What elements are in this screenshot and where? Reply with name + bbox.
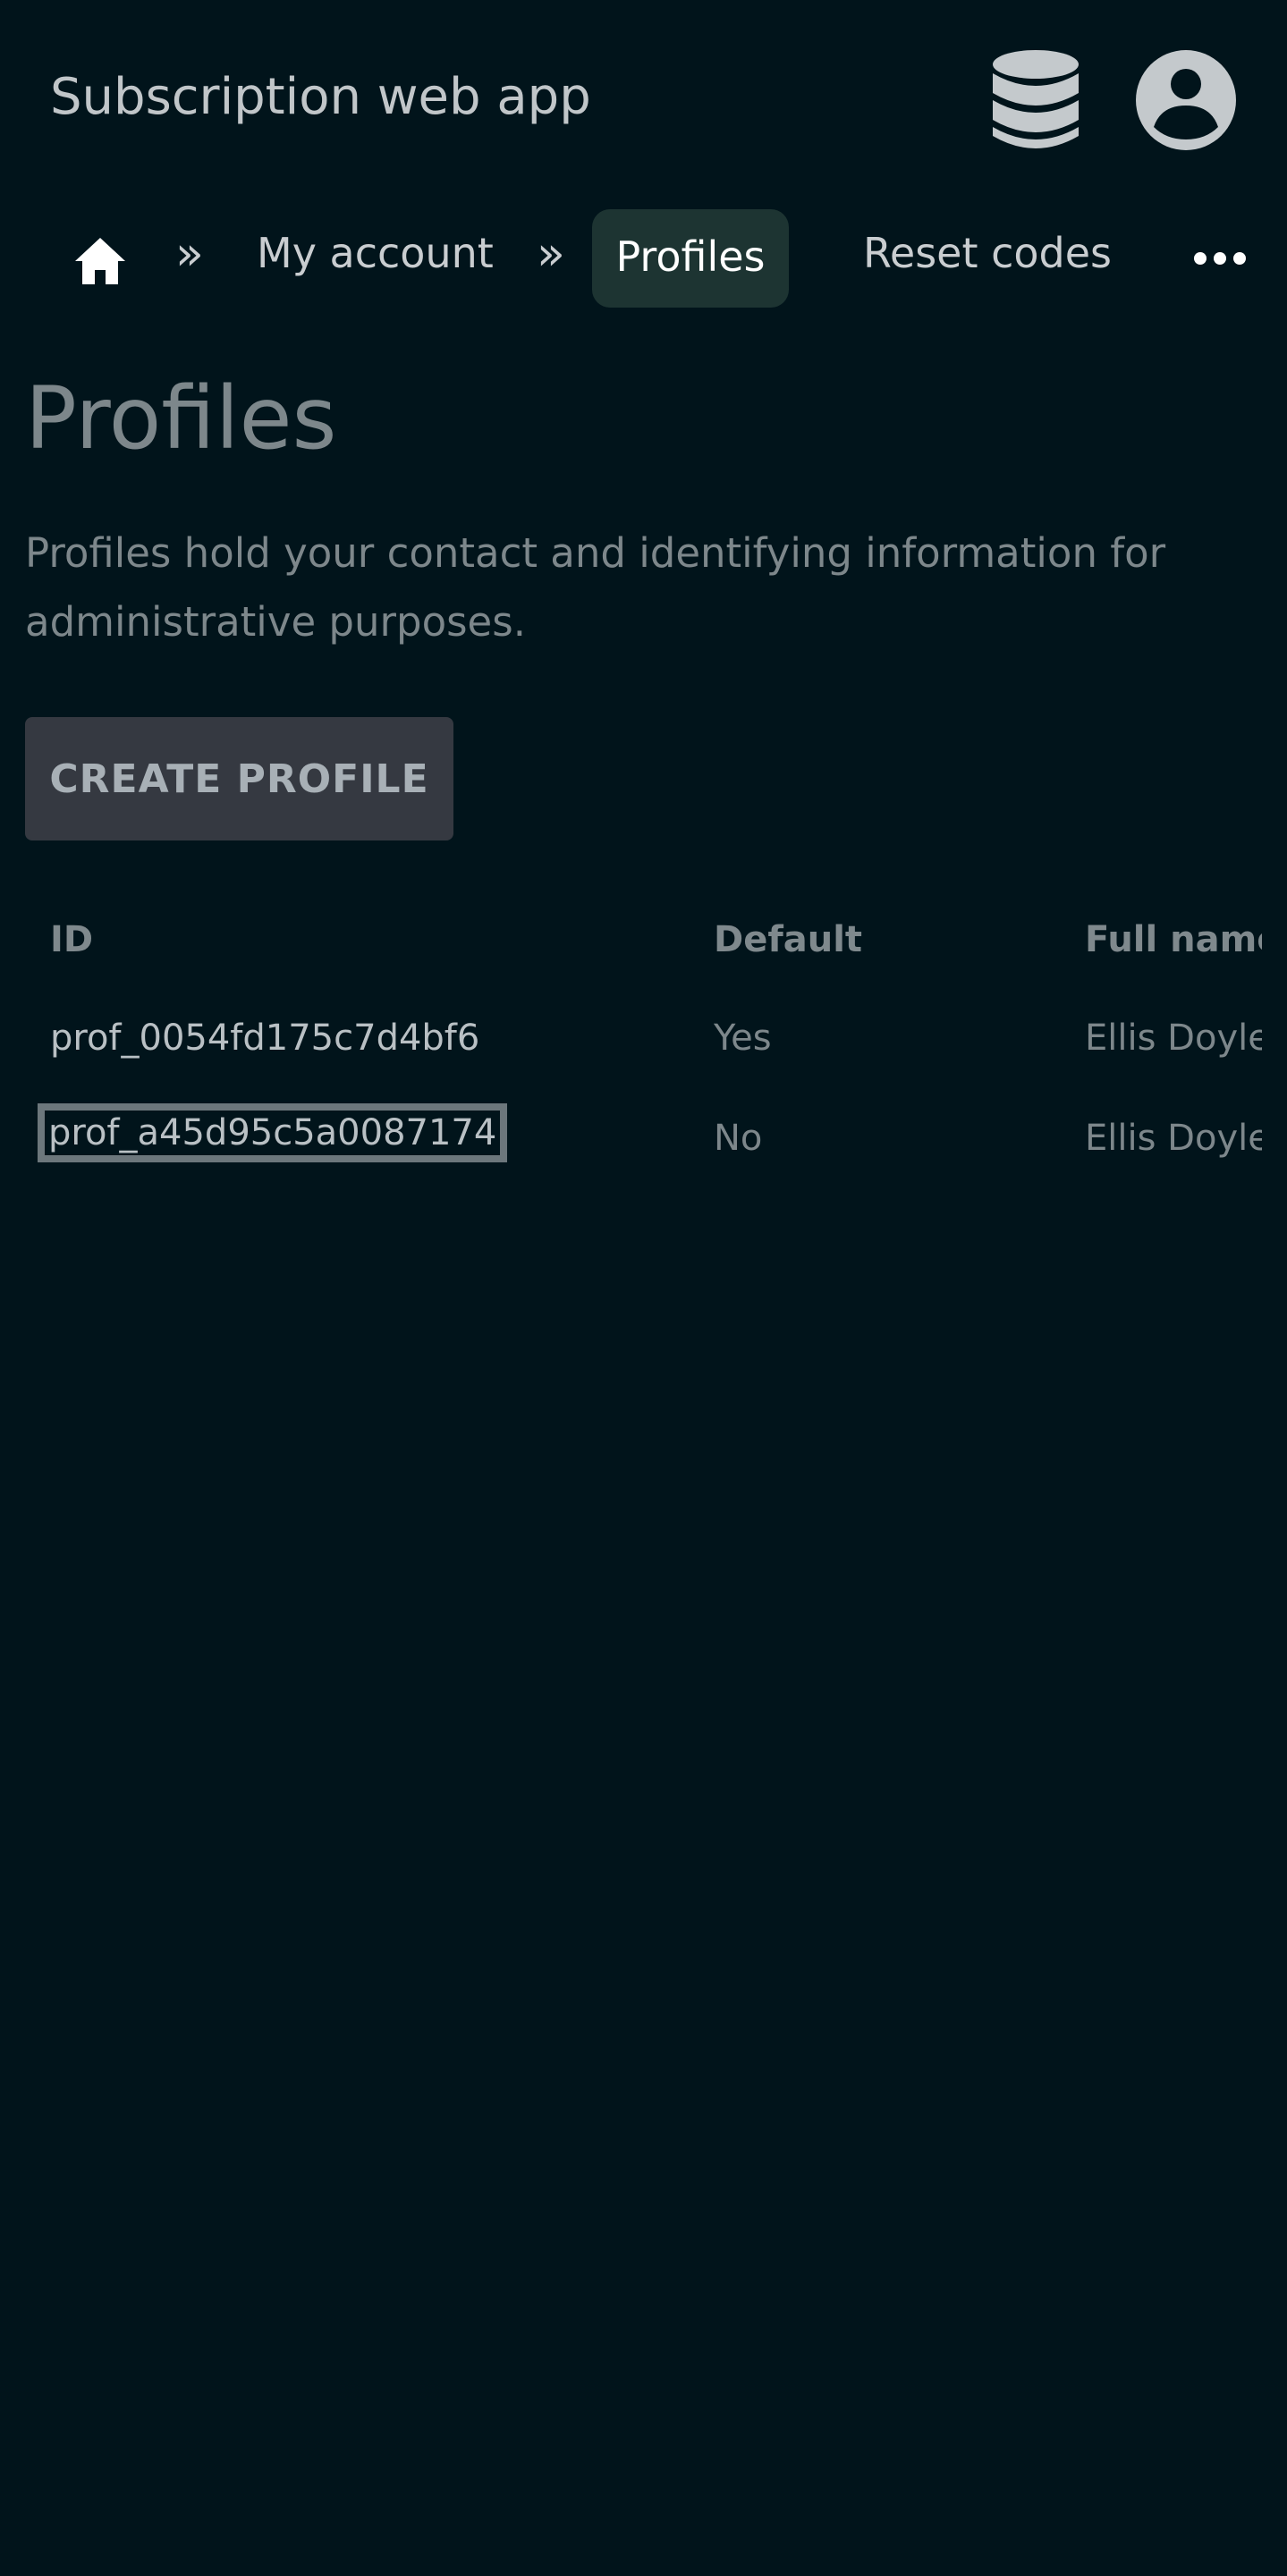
profiles-table: ID Default Full name prof_0054fd175c7d4b… — [0, 894, 1287, 1198]
app-title: Subscription web app — [50, 68, 591, 126]
table-row[interactable]: prof_0054fd175c7d4bf6 Yes Ellis Doyle — [0, 1018, 1287, 1089]
user-circle-icon[interactable] — [1134, 48, 1238, 152]
database-icon[interactable] — [991, 48, 1080, 152]
home-icon[interactable] — [73, 236, 127, 286]
full-name-cell: Ellis Doyle — [1085, 1118, 1262, 1159]
column-header-full-name: Full name — [1085, 919, 1262, 960]
breadcrumb-separator: » — [537, 227, 565, 281]
profile-id-cell[interactable]: prof_a45d95c5a0087174 — [37, 1103, 508, 1162]
page-title: Profiles — [25, 368, 337, 469]
default-cell: No — [714, 1118, 763, 1159]
breadcrumb-separator: » — [175, 227, 204, 281]
page-description: Profiles hold your contact and identifyi… — [25, 529, 1166, 646]
breadcrumb-profiles[interactable]: Profiles — [592, 209, 789, 308]
breadcrumb-my-account[interactable]: My account — [257, 229, 494, 277]
breadcrumb: » My account » Profiles Reset codes — [0, 207, 1287, 311]
breadcrumb-reset-codes[interactable]: Reset codes — [863, 229, 1112, 277]
ellipsis-icon[interactable] — [1193, 245, 1247, 272]
create-profile-button[interactable]: CREATE PROFILE — [25, 717, 453, 840]
profile-id-cell[interactable]: prof_0054fd175c7d4bf6 — [50, 1018, 479, 1059]
column-header-default: Default — [714, 919, 863, 960]
app-header: Subscription web app — [0, 0, 1287, 197]
column-header-id: ID — [50, 919, 94, 960]
default-cell: Yes — [714, 1018, 772, 1059]
table-row[interactable]: prof_a45d95c5a0087174 No Ellis Doyle — [0, 1103, 1287, 1189]
full-name-cell: Ellis Doyle — [1085, 1018, 1262, 1059]
